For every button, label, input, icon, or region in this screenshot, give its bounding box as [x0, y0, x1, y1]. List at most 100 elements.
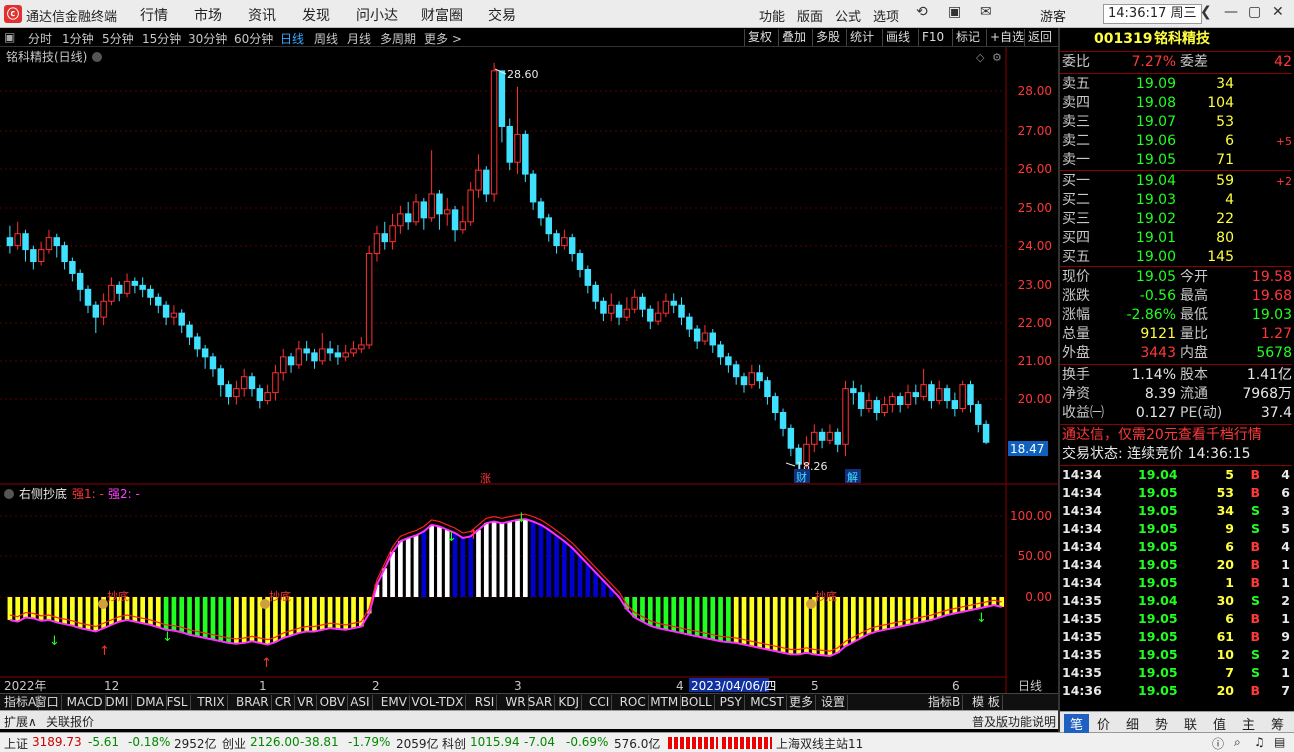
ask-row[interactable]: 卖四 19.08 104: [1062, 94, 1294, 113]
server-name[interactable]: 上海双线主站11: [776, 735, 863, 752]
bell-icon[interactable]: ♫: [1254, 735, 1265, 749]
indicator-tab[interactable]: TRIX: [195, 695, 228, 710]
bid-row[interactable]: 买二 19.03 4: [1062, 191, 1294, 210]
menu-caifuquan[interactable]: 财富圈: [421, 5, 463, 25]
period-15min[interactable]: 15分钟: [142, 30, 181, 47]
indicator-tab[interactable]: 窗口: [33, 695, 62, 710]
menu-jiaoyi[interactable]: 交易: [488, 5, 516, 25]
indicator-tab[interactable]: OBV: [318, 695, 349, 710]
indicator-tab[interactable]: BRAR: [234, 695, 272, 710]
tick-row[interactable]: 14:34 19.05 53 B 6: [1062, 484, 1294, 502]
tool-f10[interactable]: F10: [918, 29, 947, 46]
back-icon[interactable]: ❮: [1200, 4, 1212, 20]
stat-row[interactable]: 涨跌 -0.56 最高 19.68: [1062, 287, 1294, 306]
menu-faxian[interactable]: 发现: [302, 5, 330, 25]
diamond-icon[interactable]: ◇: [976, 51, 985, 64]
mark-zhang[interactable]: 涨: [480, 472, 491, 485]
tick-row[interactable]: 14:34 19.05 6 B 4: [1062, 538, 1294, 556]
indicator-tab[interactable]: MCST: [748, 695, 787, 710]
indicator-tab[interactable]: MACD: [65, 695, 106, 710]
indicator-tab[interactable]: ASI: [348, 695, 373, 710]
quote-tab[interactable]: 筹: [1271, 714, 1284, 733]
indicator-options-icon[interactable]: [4, 489, 14, 499]
indicator-tab[interactable]: DMA: [134, 695, 167, 710]
indicator-tab[interactable]: CR: [273, 695, 295, 710]
indicator-tab[interactable]: FSL: [165, 695, 191, 710]
stat-row[interactable]: 现价 19.05 今开 19.58: [1062, 268, 1294, 287]
feature-help-link[interactable]: 普及版功能说明: [972, 713, 1056, 730]
period-fenshi[interactable]: 分时: [28, 30, 52, 47]
quote-tab[interactable]: 价: [1097, 714, 1110, 733]
bid-row[interactable]: 买四 19.01 80: [1062, 229, 1294, 248]
indicator-tab[interactable]: SAR: [526, 695, 556, 710]
refresh-icon[interactable]: ⟲: [916, 4, 928, 20]
indicator-tab[interactable]: EMV: [379, 695, 410, 710]
tick-row[interactable]: 14:35 19.05 7 S 1: [1062, 664, 1294, 682]
tick-row[interactable]: 14:34 19.05 20 B 1: [1062, 556, 1294, 574]
tool-add-favorite[interactable]: +自选: [986, 29, 1027, 46]
quote-tab[interactable]: 联: [1184, 714, 1197, 733]
maximize-icon[interactable]: ▢: [1248, 4, 1261, 20]
tick-row[interactable]: 14:34 19.05 9 S 5: [1062, 520, 1294, 538]
period-5min[interactable]: 5分钟: [102, 30, 134, 47]
indicator-tab[interactable]: 设置: [819, 695, 849, 710]
period-monthly[interactable]: 月线: [347, 30, 371, 47]
ask-row[interactable]: 卖五 19.09 34: [1062, 75, 1294, 94]
cy-label[interactable]: 创业: [222, 735, 246, 752]
close-icon[interactable]: ✕: [1272, 4, 1284, 20]
tool-huaxian[interactable]: 画线: [882, 29, 913, 46]
tool-biaoji[interactable]: 标记: [952, 29, 983, 46]
tool-tongji[interactable]: 统计: [846, 29, 877, 46]
period-weekly[interactable]: 周线: [314, 30, 338, 47]
bid-row[interactable]: 买三 19.02 22: [1062, 210, 1294, 229]
expand-button[interactable]: 扩展∧: [4, 713, 37, 730]
menu-wenxiaoda[interactable]: 问小达: [356, 5, 398, 25]
chart-area[interactable]: 28.00 27.00 26.00 25.00 24.00 23.00 22.0…: [0, 47, 1058, 695]
indicator-tab[interactable]: KDJ: [556, 695, 583, 710]
template-tab[interactable]: 模 板: [970, 695, 1003, 710]
menu-gongneng[interactable]: 功能: [759, 6, 785, 25]
tick-row[interactable]: 14:34 19.05 1 B 1: [1062, 574, 1294, 592]
period-more[interactable]: 更多 >: [424, 30, 462, 47]
tool-fuquan[interactable]: 复权: [744, 29, 775, 46]
indicator-tab[interactable]: CCI: [587, 695, 613, 710]
mark-jie[interactable]: 解: [847, 470, 858, 484]
indicator-tab[interactable]: PSY: [718, 695, 745, 710]
mail-icon[interactable]: ✉: [980, 4, 992, 20]
minimize-icon[interactable]: —: [1224, 4, 1238, 20]
quote-tab[interactable]: 值: [1213, 714, 1226, 733]
stat-row[interactable]: 外盘 3443 内盘 5678: [1062, 344, 1294, 363]
indicator-b-tab[interactable]: 指标B: [926, 695, 964, 710]
tool-duogu[interactable]: 多股: [812, 29, 843, 46]
panel-toggle-icon[interactable]: ▣: [4, 30, 15, 44]
sh-label[interactable]: 上证: [4, 735, 28, 752]
bid-row[interactable]: 买五 19.00 145: [1062, 248, 1294, 267]
indicator-tab[interactable]: VR: [295, 695, 317, 710]
menu-zixun[interactable]: 资讯: [248, 5, 276, 25]
mark-cai[interactable]: 财: [796, 470, 807, 484]
period-30min[interactable]: 30分钟: [188, 30, 227, 47]
indicator-tab[interactable]: BOLL: [679, 695, 715, 710]
tool-back[interactable]: 返回: [1024, 29, 1055, 46]
stat-row[interactable]: 涨幅 -2.86% 最低 19.03: [1062, 306, 1294, 325]
tick-row[interactable]: 14:35 19.05 10 S 2: [1062, 646, 1294, 664]
stat-row[interactable]: 收益㈠ 0.127 PE(动) 37.4: [1062, 404, 1294, 423]
stat-row[interactable]: 总量 9121 量比 1.27: [1062, 325, 1294, 344]
quote-tab[interactable]: 细: [1126, 714, 1139, 733]
tick-row[interactable]: 14:35 19.04 30 S 2: [1062, 592, 1294, 610]
indicator-tab[interactable]: VOL-TDX: [409, 695, 467, 710]
kc-label[interactable]: 科创: [442, 735, 466, 752]
tick-row[interactable]: 14:36 19.05 20 B 7: [1062, 682, 1294, 700]
menu-gongshi[interactable]: 公式: [835, 6, 861, 25]
tick-row[interactable]: 14:35 19.05 61 B 9: [1062, 628, 1294, 646]
indicator-tab[interactable]: 更多: [787, 695, 817, 710]
indicator-tab[interactable]: RSI: [473, 695, 498, 710]
menu-xuanxiang[interactable]: 选项: [873, 6, 899, 25]
period-multi[interactable]: 多周期: [380, 30, 416, 47]
indicator-tab[interactable]: DMI: [103, 695, 132, 710]
tool-diejia[interactable]: 叠加: [778, 29, 809, 46]
tick-row[interactable]: 14:35 19.05 6 B 1: [1062, 610, 1294, 628]
ask-row[interactable]: 卖二 19.06 6 +5: [1062, 132, 1294, 151]
display-icon[interactable]: ▣: [948, 4, 961, 20]
menu-banmian[interactable]: 版面: [797, 6, 823, 25]
